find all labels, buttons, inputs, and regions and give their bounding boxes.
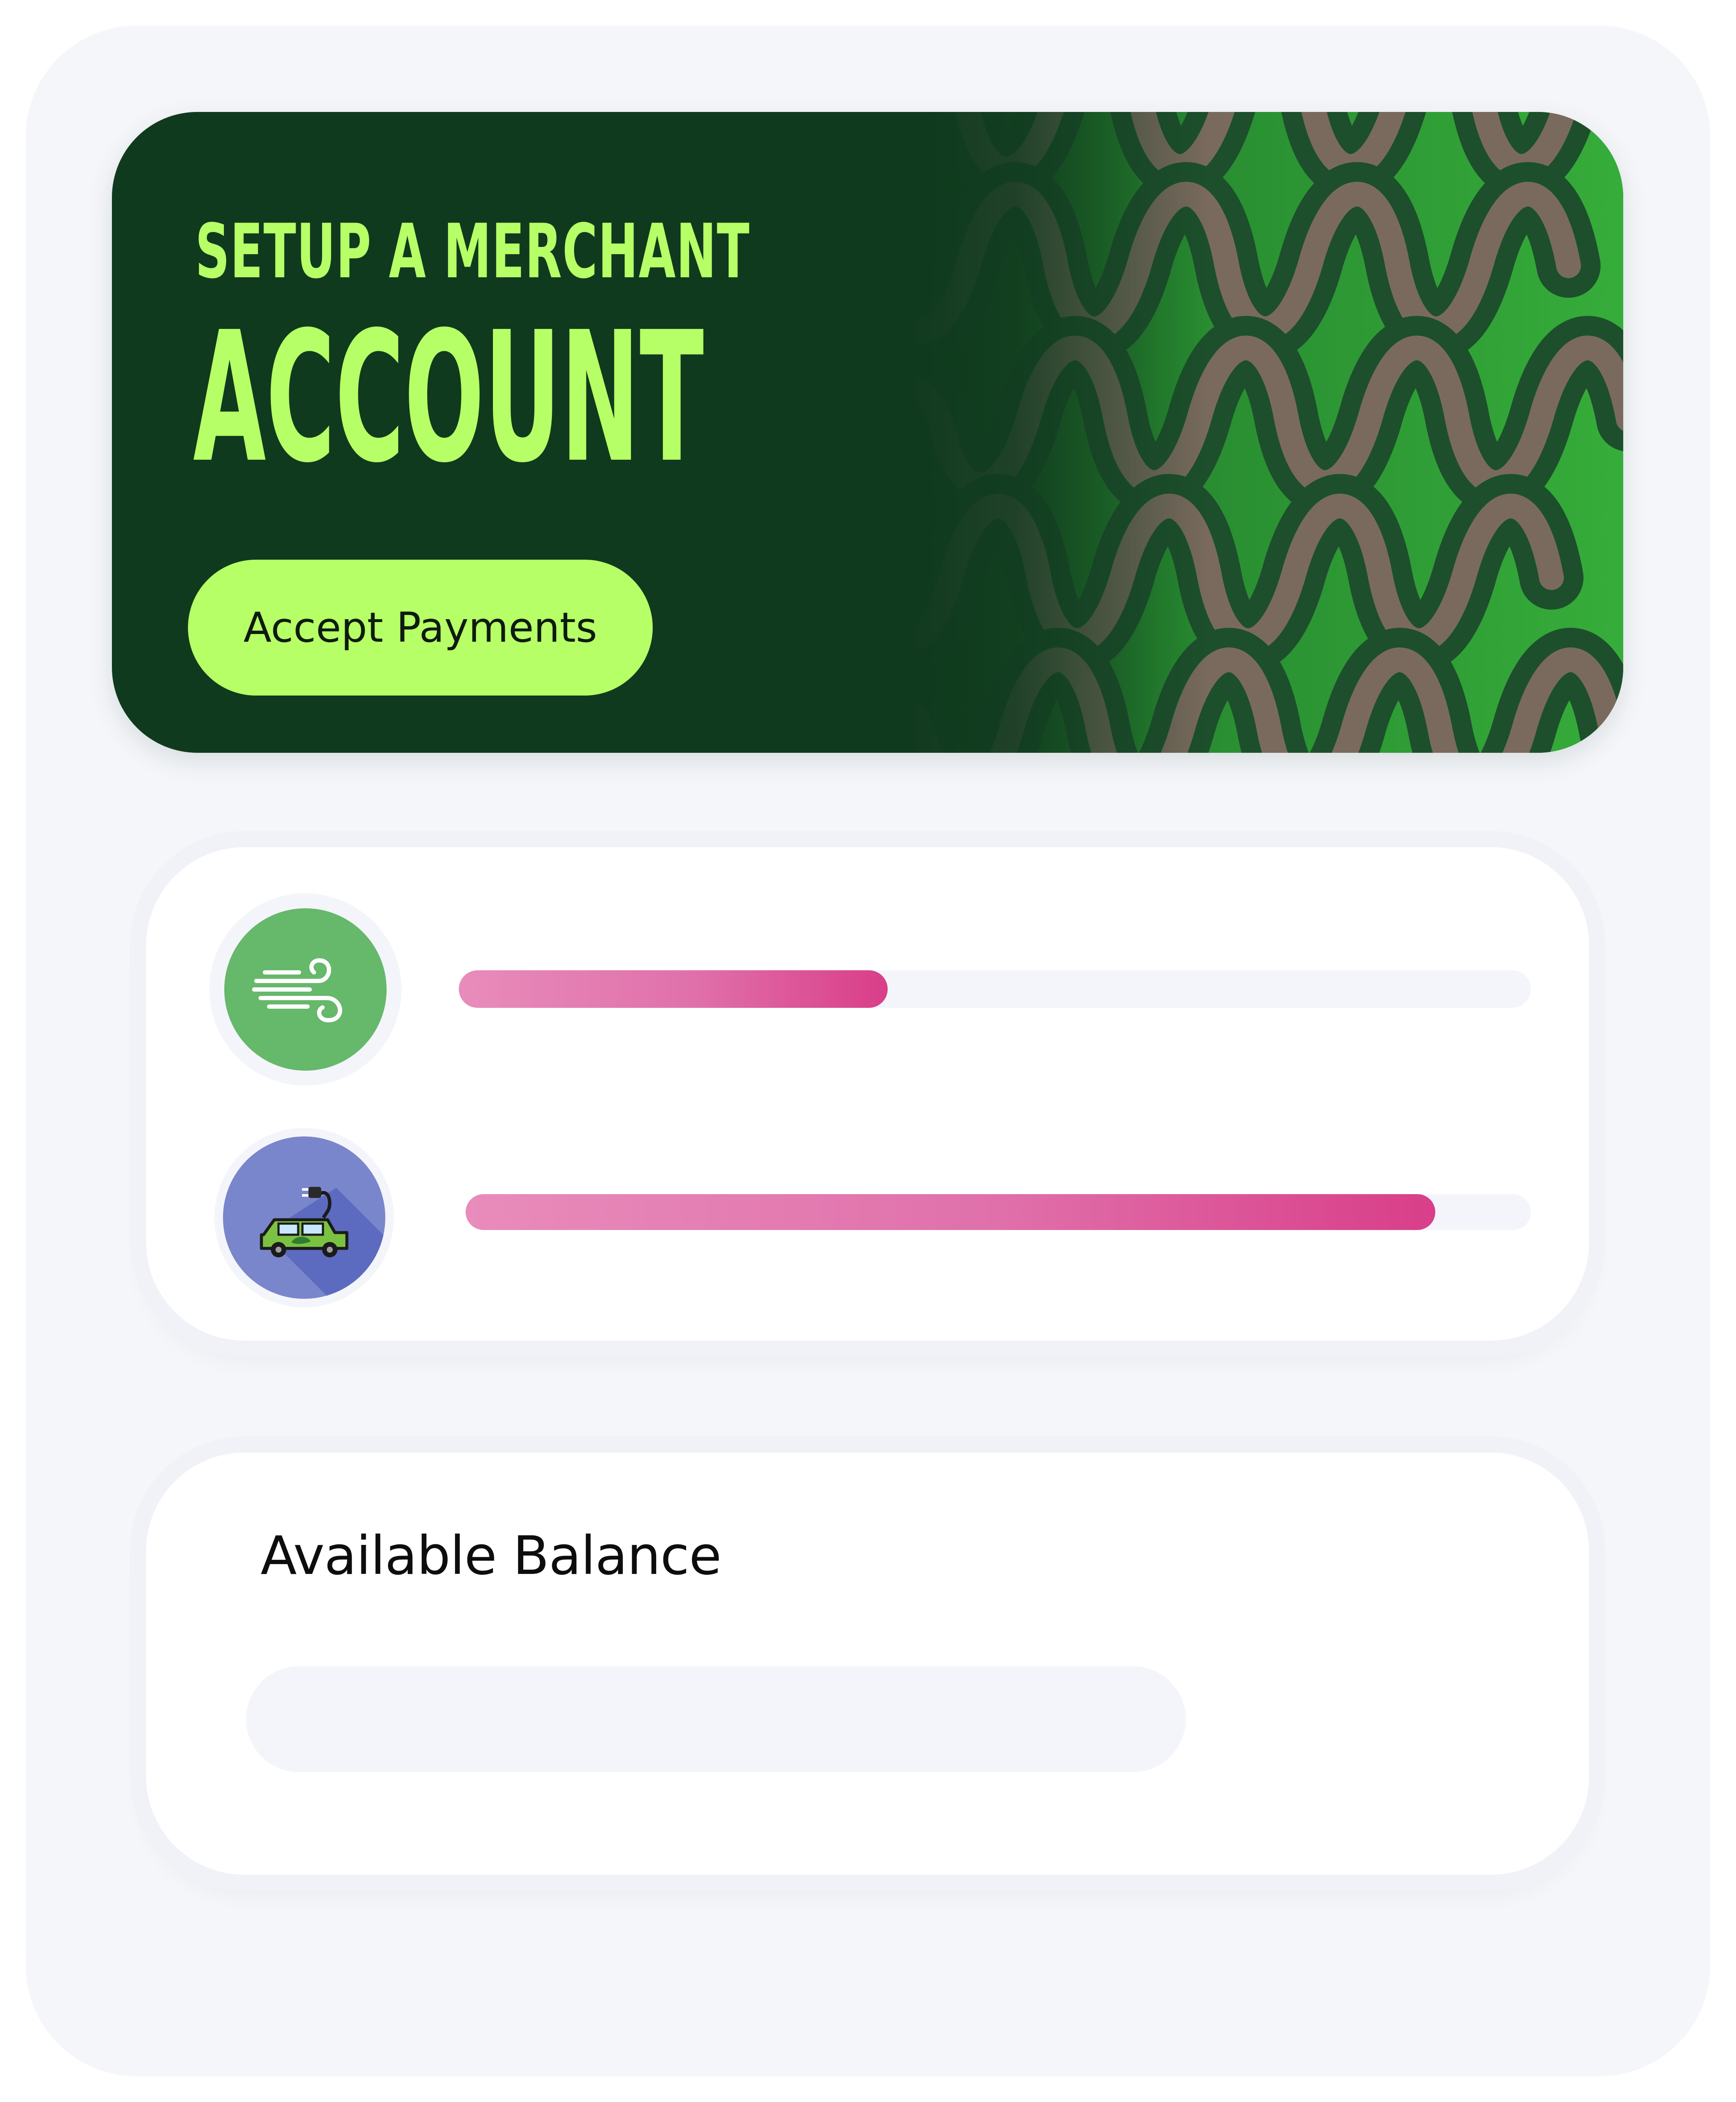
accept-payments-button[interactable]: Accept Payments	[188, 560, 653, 696]
wind-icon-graphic	[252, 958, 342, 1022]
car-progress-track	[466, 1194, 1531, 1230]
banner-subtitle: SETUP A MERCHANT	[195, 208, 750, 295]
car-progress-fill	[466, 1194, 1435, 1230]
wind-icon	[224, 908, 387, 1071]
electric-car-icon	[223, 1136, 385, 1299]
wind-icon-ring	[209, 893, 402, 1086]
banner-title: ACCOUNT	[193, 294, 704, 502]
progress-card	[146, 847, 1589, 1341]
wind-progress-fill	[459, 970, 888, 1008]
accept-payments-label: Accept Payments	[243, 604, 597, 652]
car-icon-ring	[214, 1128, 394, 1307]
wind-progress-track	[459, 970, 1531, 1008]
balance-card: Available Balance	[146, 1453, 1589, 1875]
electric-car-icon-graphic	[260, 1187, 385, 1299]
available-balance-label: Available Balance	[261, 1525, 721, 1587]
merchant-banner: SETUP A MERCHANT ACCOUNT Accept Payments	[112, 112, 1623, 753]
banner-fade-overlay	[911, 112, 1210, 753]
balance-value-placeholder	[246, 1666, 1186, 1772]
